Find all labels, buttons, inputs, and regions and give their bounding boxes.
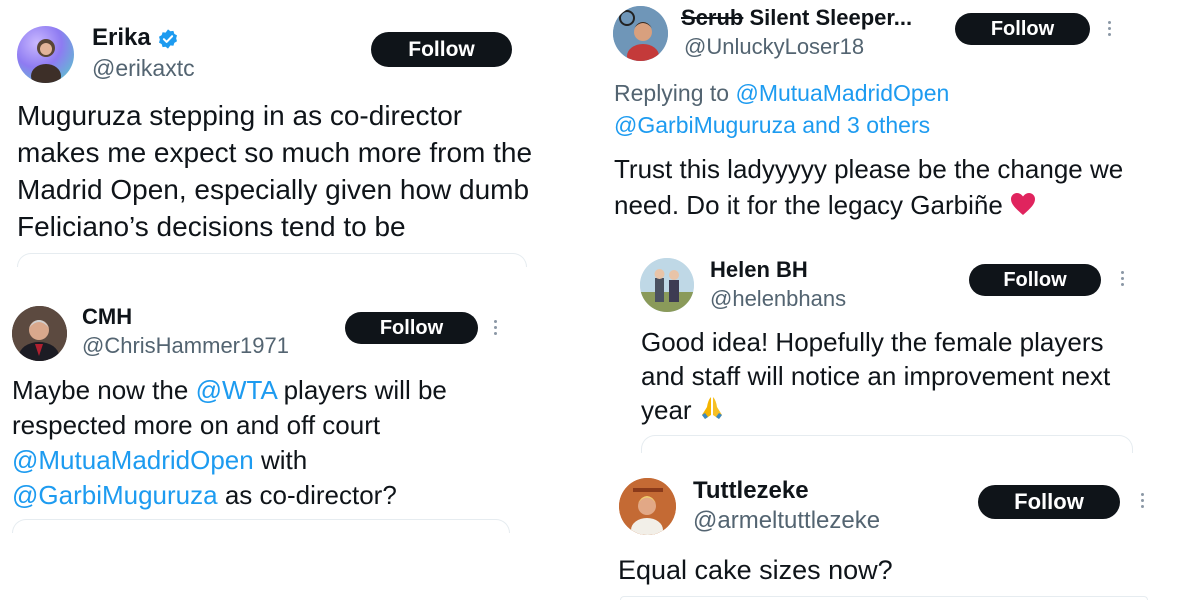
mention-link[interactable]: @WTA bbox=[196, 375, 277, 405]
tweet-text-part: as co-director? bbox=[217, 480, 397, 510]
tweet-text: Maybe now the @WTA players will be respe… bbox=[12, 373, 492, 513]
tweet-text-part: Trust this ladyyyyy please be the change… bbox=[614, 154, 1124, 220]
replying-to: Replying to @MutuaMadridOpen @GarbiMugur… bbox=[614, 77, 949, 141]
verified-badge-icon bbox=[158, 29, 177, 49]
tweet-text: Muguruza stepping in as co-director make… bbox=[17, 100, 533, 242]
more-options-icon[interactable] bbox=[494, 320, 497, 335]
replying-to-label: Replying to bbox=[614, 80, 736, 106]
follow-button[interactable]: Follow bbox=[955, 13, 1090, 45]
tweet-text: Equal cake sizes now? bbox=[618, 555, 893, 585]
display-name[interactable]: Helen BH bbox=[710, 257, 808, 283]
tweet-divider bbox=[620, 596, 1148, 600]
mention-link[interactable]: @MutuaMadridOpen bbox=[735, 80, 949, 106]
display-name[interactable]: Scrub Silent Sleeper... bbox=[681, 5, 912, 31]
avatar[interactable] bbox=[17, 26, 74, 83]
display-name[interactable]: Erika bbox=[92, 24, 179, 52]
avatar[interactable] bbox=[640, 258, 694, 312]
handle[interactable]: @armeltuttlezeke bbox=[693, 507, 880, 535]
red-heart-emoji bbox=[1011, 193, 1036, 215]
follow-button[interactable]: Follow bbox=[371, 32, 512, 67]
more-options-icon[interactable] bbox=[1108, 21, 1111, 36]
handle[interactable]: @erikaxtc bbox=[92, 55, 195, 82]
tweet-text: Trust this ladyyyyy please be the change… bbox=[614, 151, 1154, 223]
display-name[interactable]: Tuttlezeke bbox=[693, 477, 809, 505]
display-name-struck: Scrub bbox=[681, 5, 744, 30]
mention-link[interactable]: @GarbiMuguruza and 3 others bbox=[614, 112, 930, 138]
display-name[interactable]: CMH bbox=[82, 304, 132, 330]
display-name-text: Silent Sleeper... bbox=[743, 5, 913, 30]
tweet-divider bbox=[12, 519, 510, 533]
tweet-divider bbox=[17, 253, 527, 267]
handle[interactable]: @UnluckyLoser18 bbox=[684, 34, 864, 60]
folded-hands-emoji bbox=[701, 397, 722, 419]
follow-button[interactable]: Follow bbox=[345, 312, 478, 344]
quoted-card-edge bbox=[641, 435, 1133, 453]
display-name-text: Erika bbox=[92, 24, 151, 51]
handle[interactable]: @helenbhans bbox=[710, 286, 846, 312]
avatar[interactable] bbox=[613, 6, 668, 61]
tweet-text: Good idea! Hopefully the female players … bbox=[641, 325, 1151, 427]
mention-link[interactable]: @MutuaMadridOpen bbox=[12, 445, 254, 475]
follow-button[interactable]: Follow bbox=[969, 264, 1101, 296]
handle[interactable]: @ChrisHammer1971 bbox=[82, 333, 289, 359]
more-options-icon[interactable] bbox=[1141, 493, 1144, 508]
mention-link[interactable]: @GarbiMuguruza bbox=[12, 480, 218, 510]
follow-button[interactable]: Follow bbox=[978, 485, 1120, 519]
more-options-icon[interactable] bbox=[1121, 271, 1124, 286]
tweet-text-part: Maybe now the bbox=[12, 375, 196, 405]
tweet-text-part: with bbox=[253, 445, 308, 475]
avatar[interactable] bbox=[619, 478, 676, 535]
avatar[interactable] bbox=[12, 306, 67, 361]
